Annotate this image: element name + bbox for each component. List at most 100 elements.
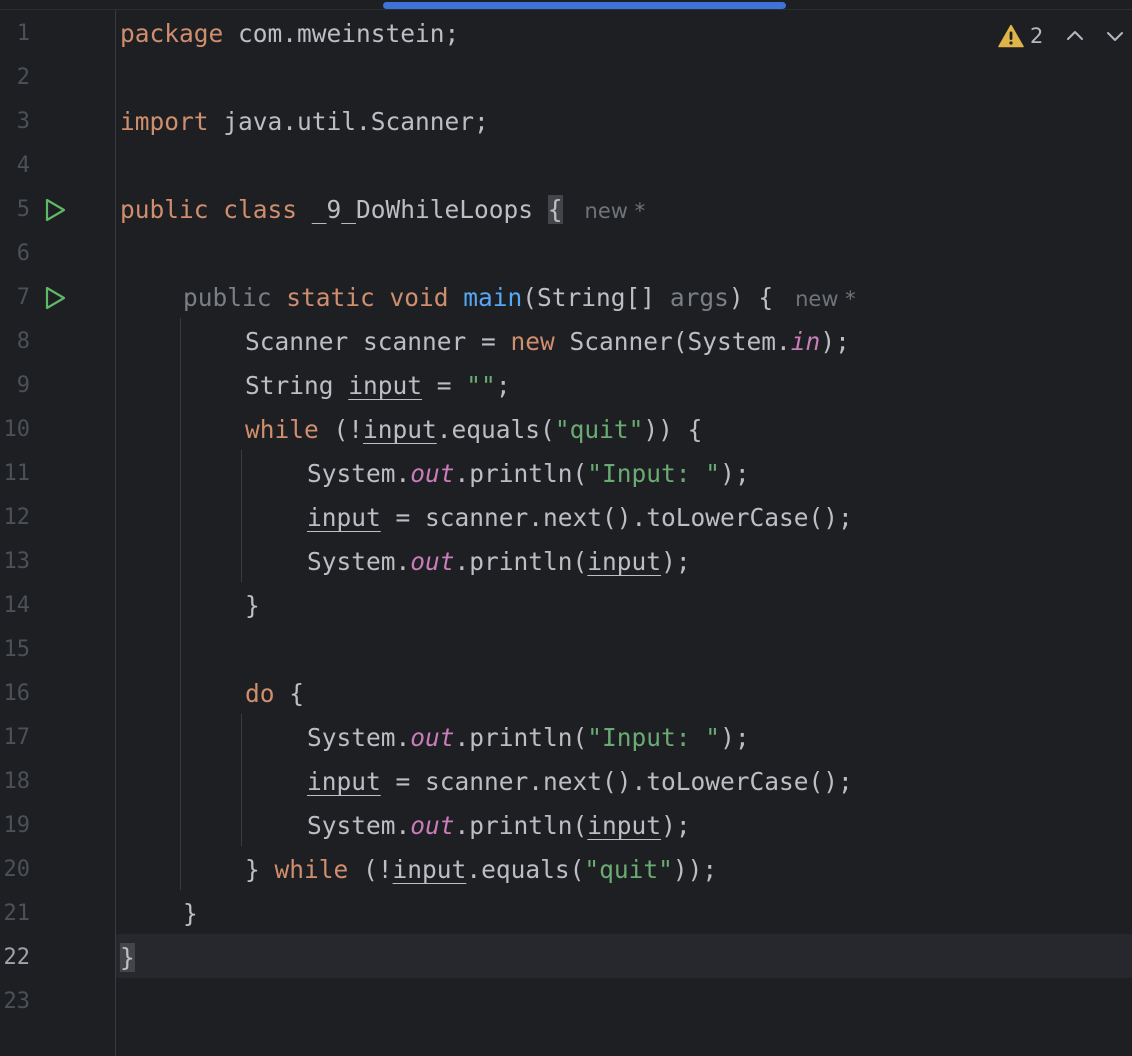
- line-number[interactable]: 12: [0, 496, 31, 540]
- line-number[interactable]: 5: [0, 188, 30, 232]
- inspection-widget[interactable]: 2: [998, 22, 1132, 50]
- line-code[interactable]: System.out.println(input);: [307, 540, 691, 584]
- line-code[interactable]: }: [245, 584, 260, 628]
- line-number[interactable]: 8: [0, 320, 30, 364]
- line-number[interactable]: 3: [0, 100, 30, 144]
- line-number[interactable]: 10: [0, 408, 31, 452]
- code-line: 15: [0, 628, 1132, 672]
- line-number[interactable]: 4: [0, 144, 30, 188]
- text-token: )) {: [643, 415, 703, 444]
- code-line: 8 Scanner scanner = new Scanner(System.i…: [0, 320, 1132, 364]
- line-code[interactable]: input = scanner.next().toLowerCase();: [307, 760, 853, 804]
- run-play-icon[interactable]: [43, 286, 67, 310]
- text-token: .println(: [454, 723, 588, 752]
- text-token: = scanner.next().toLowerCase();: [380, 503, 853, 532]
- text-token: .equals(: [466, 855, 585, 884]
- code-line: 16 do {: [0, 672, 1132, 716]
- code-line: 13 System.out.println(input);: [0, 540, 1132, 584]
- author-hint[interactable]: new *: [795, 287, 856, 311]
- author-hint[interactable]: new *: [585, 199, 646, 223]
- matched-brace: {: [547, 195, 563, 224]
- text-token: = scanner.next().toLowerCase();: [380, 767, 853, 796]
- code-editor[interactable]: 1 package com.mweinstein; 2 3 import jav…: [0, 10, 1132, 1056]
- line-code[interactable]: }: [120, 936, 135, 980]
- line-code[interactable]: System.out.println("Input: ");: [307, 716, 750, 760]
- line-number[interactable]: 20: [0, 848, 31, 892]
- text-token: }: [183, 899, 198, 928]
- variable-token: input: [363, 415, 437, 444]
- keyword-token: package: [120, 19, 224, 48]
- matched-brace: }: [120, 943, 135, 972]
- text-token: (!: [318, 415, 364, 444]
- text-token: .println(: [454, 459, 588, 488]
- line-code[interactable]: System.out.println(input);: [307, 804, 691, 848]
- text-token: );: [661, 811, 691, 840]
- code-line: 4: [0, 144, 1132, 188]
- text-token: ;: [495, 371, 511, 400]
- text-token: System.: [307, 723, 411, 752]
- line-number[interactable]: 6: [0, 232, 30, 276]
- keyword-token: do: [245, 679, 275, 708]
- keyword-token: static void: [271, 283, 464, 312]
- keyword-token: while: [274, 855, 349, 884]
- text-token: (!: [348, 855, 393, 884]
- line-code[interactable]: } while (!input.equals("quit"));: [245, 848, 717, 892]
- line-code[interactable]: Scanner scanner = new Scanner(System.in)…: [245, 320, 850, 364]
- text-token: ) {: [728, 283, 774, 312]
- code-line: 19 System.out.println(input);: [0, 804, 1132, 848]
- line-code[interactable]: System.out.println("Input: ");: [307, 452, 750, 496]
- string-token: "": [466, 371, 496, 400]
- chevron-up-icon[interactable]: [1065, 26, 1085, 46]
- line-number[interactable]: 13: [0, 540, 31, 584]
- line-number[interactable]: 19: [0, 804, 31, 848]
- static-field-token: out: [410, 459, 455, 488]
- line-number[interactable]: 18: [0, 760, 31, 804]
- code-line: 7 public static void main(String[] args)…: [0, 276, 1132, 320]
- line-number[interactable]: 9: [0, 364, 30, 408]
- keyword-token: public class: [120, 195, 298, 224]
- warning-triangle-icon[interactable]: [998, 24, 1024, 48]
- text-token: com.mweinstein;: [223, 19, 460, 48]
- text-token: String: [245, 371, 349, 400]
- line-number[interactable]: 23: [0, 980, 31, 1024]
- line-number[interactable]: 17: [0, 716, 31, 760]
- variable-token: input: [392, 855, 467, 884]
- line-code[interactable]: do {: [245, 672, 304, 716]
- line-number[interactable]: 15: [0, 628, 31, 672]
- variable-token: input: [348, 371, 423, 400]
- line-code[interactable]: public static void main(String[] args) {…: [183, 276, 856, 320]
- variable-token: input: [307, 767, 381, 796]
- variable-token: input: [307, 503, 381, 532]
- text-token: }: [245, 855, 275, 884]
- chevron-down-icon[interactable]: [1105, 26, 1125, 46]
- string-token: "quit": [554, 415, 644, 444]
- line-number[interactable]: 7: [0, 276, 30, 320]
- line-code[interactable]: }: [183, 892, 198, 936]
- text-token: .println(: [454, 547, 588, 576]
- run-play-icon[interactable]: [43, 198, 67, 222]
- text-token: System.: [307, 547, 411, 576]
- line-code[interactable]: import java.util.Scanner;: [120, 100, 489, 144]
- string-token: "quit": [584, 855, 673, 884]
- static-field-token: out: [410, 723, 455, 752]
- line-number[interactable]: 16: [0, 672, 31, 716]
- line-number[interactable]: 14: [0, 584, 31, 628]
- line-number[interactable]: 1: [0, 12, 30, 56]
- code-line: 10 while (!input.equals("quit")) {: [0, 408, 1132, 452]
- line-code[interactable]: String input = "";: [245, 364, 511, 408]
- line-code[interactable]: package com.mweinstein;: [120, 12, 459, 56]
- line-number[interactable]: 21: [0, 892, 31, 936]
- line-code[interactable]: public class _9_DoWhileLoops {new *: [120, 188, 645, 232]
- scroll-position-indicator[interactable]: [383, 2, 786, 9]
- line-number[interactable]: 11: [0, 452, 31, 496]
- line-number-current[interactable]: 22: [0, 936, 31, 980]
- text-token: .println(: [454, 811, 588, 840]
- line-number[interactable]: 2: [0, 56, 30, 100]
- code-line: 17 System.out.println("Input: ");: [0, 716, 1132, 760]
- line-code[interactable]: input = scanner.next().toLowerCase();: [307, 496, 853, 540]
- code-line: 3 import java.util.Scanner;: [0, 100, 1132, 144]
- text-token: Scanner(System.: [554, 327, 791, 356]
- text-token: );: [720, 723, 750, 752]
- line-code[interactable]: while (!input.equals("quit")) {: [245, 408, 702, 452]
- warning-count[interactable]: 2: [1030, 24, 1043, 48]
